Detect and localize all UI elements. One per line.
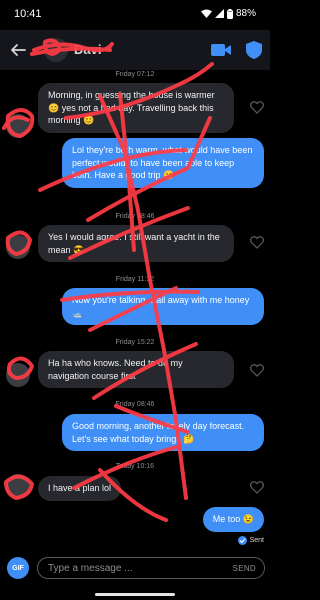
- battery-level: 88%: [235, 8, 256, 19]
- incoming-message[interactable]: Morning, in guessing the house is warmer…: [38, 83, 234, 133]
- outgoing-message[interactable]: Me too 😉: [202, 507, 264, 532]
- delivery-status: Sent: [237, 536, 264, 545]
- status-bar: 10:41 88%: [0, 0, 270, 30]
- timestamp: Friday 08:46: [115, 213, 155, 220]
- timestamp: Friday 15:22: [115, 339, 155, 346]
- outgoing-message[interactable]: Now you're talking. Sail away with me ho…: [62, 288, 264, 325]
- message-input-placeholder: Type a message ...: [48, 563, 133, 574]
- timestamp: Friday 08:46: [115, 401, 155, 408]
- like-heart-icon[interactable]: [250, 101, 264, 114]
- like-heart-icon[interactable]: [250, 236, 264, 249]
- incoming-message[interactable]: I have a plan lol: [38, 476, 122, 501]
- status-time: 10:41: [14, 8, 42, 20]
- contact-avatar-small[interactable]: [6, 114, 30, 138]
- timestamp: Friday 11:32: [115, 276, 155, 283]
- timestamp: Today 10:16: [115, 463, 155, 470]
- contact-avatar-small[interactable]: [6, 235, 30, 259]
- send-button[interactable]: SEND: [233, 564, 256, 573]
- home-gesture-handle[interactable]: [95, 593, 175, 596]
- safety-shield-icon[interactable]: [245, 40, 263, 60]
- outgoing-message[interactable]: Lol they're both warm. what would have b…: [62, 138, 264, 188]
- video-call-icon[interactable]: [210, 41, 232, 59]
- system-nav-bar: [0, 588, 270, 600]
- status-icons: 88%: [200, 8, 256, 19]
- signal-icon: [214, 9, 224, 18]
- incoming-message[interactable]: Ha ha who knows. Need to do my navigatio…: [38, 351, 234, 388]
- message-input[interactable]: Type a message ... SEND: [37, 557, 265, 579]
- contact-avatar[interactable]: [44, 38, 68, 62]
- contact-avatar-small[interactable]: [6, 363, 30, 387]
- checkmark-icon: [237, 536, 247, 545]
- battery-icon: [226, 8, 233, 19]
- gif-button[interactable]: GIF: [7, 557, 29, 579]
- contact-name[interactable]: Davi: [74, 42, 101, 57]
- sent-label: Sent: [249, 537, 264, 544]
- back-arrow-icon[interactable]: [9, 41, 27, 59]
- message-thread[interactable]: Friday 07:12 Morning, in guessing the ho…: [0, 70, 270, 548]
- wifi-icon: [200, 9, 212, 18]
- outgoing-message[interactable]: Good morning, another lovely day forecas…: [62, 414, 264, 451]
- incoming-message[interactable]: Yes I would agree. I still want a yacht …: [38, 225, 234, 262]
- like-heart-icon[interactable]: [250, 481, 264, 494]
- contact-avatar-small[interactable]: [6, 474, 30, 498]
- like-heart-icon[interactable]: [250, 364, 264, 377]
- conversation-header: Davi: [0, 30, 270, 70]
- timestamp: Friday 07:12: [115, 71, 155, 78]
- message-composer: GIF Type a message ... SEND: [0, 548, 270, 588]
